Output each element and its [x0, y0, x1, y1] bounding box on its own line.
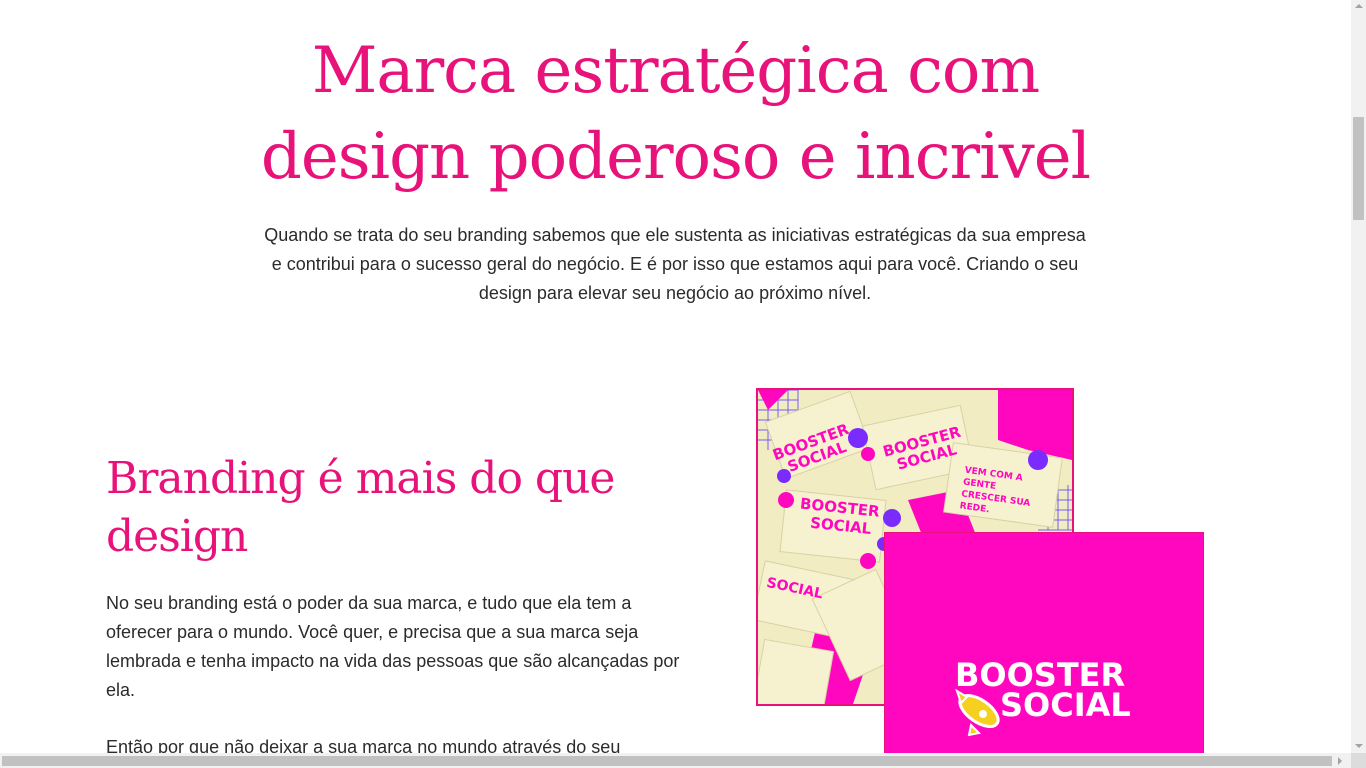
hero-title-line2: design poderoso e incrivel	[260, 120, 1091, 194]
scroll-right-arrow-icon[interactable]	[1338, 757, 1342, 765]
vertical-scrollbar[interactable]	[1351, 0, 1366, 753]
scroll-down-arrow-icon[interactable]	[1355, 744, 1363, 748]
hero-description: Quando se trata do seu branding sabemos …	[264, 225, 1086, 303]
section-paragraph-1: No seu branding está o poder da sua marc…	[106, 593, 680, 700]
page: Marca estratégica com design poderoso e …	[0, 0, 1351, 768]
hero-title: Marca estratégica com design poderoso e …	[0, 28, 1351, 200]
scroll-up-arrow-icon[interactable]	[1355, 4, 1363, 8]
vertical-scrollbar-thumb[interactable]	[1353, 117, 1364, 220]
brand-logo-line2: SOCIAL	[1000, 686, 1131, 724]
hero-title-line1: Marca estratégica com	[311, 34, 1040, 108]
horizontal-scrollbar-thumb[interactable]	[2, 756, 1332, 766]
brand-logo-image: BOOSTER SOCIAL	[884, 532, 1204, 754]
scrollbar-corner	[1351, 753, 1366, 768]
section-title: Branding é mais do que design	[106, 453, 615, 562]
